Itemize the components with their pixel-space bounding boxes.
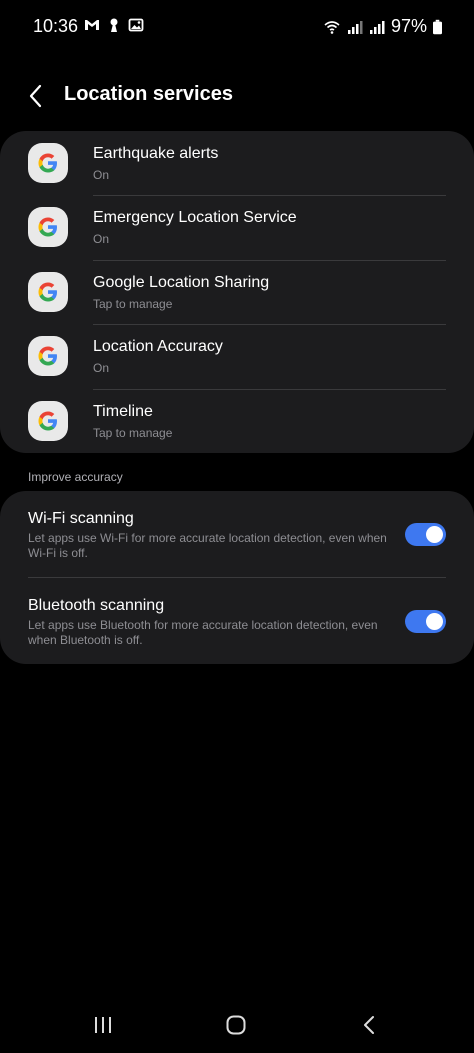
toggle-knob <box>426 526 443 543</box>
nav-back-button[interactable] <box>349 1007 389 1043</box>
bluetooth-scanning-title: Bluetooth scanning <box>28 597 165 614</box>
image-icon <box>128 18 144 32</box>
back-icon <box>364 1016 374 1034</box>
service-title: Emergency Location Service <box>93 209 297 226</box>
battery-percent: 97% <box>390 16 427 36</box>
wifi-scanning-toggle[interactable] <box>405 523 446 546</box>
gmail-icon <box>85 20 99 30</box>
google-icon <box>28 143 68 183</box>
keyhole-icon <box>110 18 118 32</box>
battery-icon <box>433 19 442 34</box>
service-title: Google Location Sharing <box>93 274 270 291</box>
service-title: Timeline <box>93 403 153 420</box>
service-title: Location Accuracy <box>93 338 223 355</box>
home-icon <box>226 1015 246 1035</box>
toggle-knob <box>426 613 443 630</box>
back-button[interactable] <box>20 80 52 112</box>
service-item-emergency-location-service[interactable]: Emergency Location Service On <box>0 195 474 259</box>
google-icon <box>28 272 68 312</box>
status-bar: 10:36 97% <box>0 0 474 52</box>
google-icon <box>28 401 68 441</box>
google-icon <box>28 207 68 247</box>
app-header: Location services <box>0 70 474 120</box>
status-time: 10:36 <box>33 16 79 36</box>
wifi-scanning-description: Let apps use Wi-Fi for more accurate loc… <box>28 531 387 560</box>
recents-icon <box>95 1017 111 1033</box>
status-right-icons: 97% <box>323 16 442 37</box>
location-services-card: Earthquake alerts On Emergency Location … <box>0 131 474 453</box>
home-button[interactable] <box>216 1007 256 1043</box>
page-title: Location services <box>64 83 233 105</box>
service-item-timeline[interactable]: Timeline Tap to manage <box>0 389 474 453</box>
section-label-improve-accuracy: Improve accuracy <box>28 470 123 484</box>
bluetooth-scanning-description: Let apps use Bluetooth for more accurate… <box>28 618 378 647</box>
improve-accuracy-card: Wi-Fi scanning Let apps use Wi-Fi for mo… <box>0 491 474 664</box>
bluetooth-scanning-row[interactable]: Bluetooth scanning Let apps use Bluetoot… <box>0 578 474 664</box>
service-item-location-accuracy[interactable]: Location Accuracy On <box>0 324 474 388</box>
google-icon <box>28 336 68 376</box>
service-status: Tap to manage <box>93 426 173 440</box>
wifi-scanning-title: Wi-Fi scanning <box>28 510 134 527</box>
recents-button[interactable] <box>83 1007 123 1043</box>
chevron-left-icon <box>29 84 42 108</box>
service-item-google-location-sharing[interactable]: Google Location Sharing Tap to manage <box>0 260 474 324</box>
bluetooth-scanning-toggle[interactable] <box>405 610 446 633</box>
service-status: On <box>93 168 110 182</box>
service-status: Tap to manage <box>93 297 173 311</box>
service-title: Earthquake alerts <box>93 145 219 162</box>
status-left-icons <box>84 17 144 33</box>
navigation-bar <box>0 999 474 1053</box>
signal-icon <box>347 20 363 34</box>
service-item-earthquake-alerts[interactable]: Earthquake alerts On <box>0 131 474 195</box>
wifi-icon <box>324 20 340 34</box>
wifi-scanning-row[interactable]: Wi-Fi scanning Let apps use Wi-Fi for mo… <box>0 491 474 577</box>
service-status: On <box>93 232 110 246</box>
signal-roaming-icon <box>369 20 385 34</box>
service-status: On <box>93 361 110 375</box>
